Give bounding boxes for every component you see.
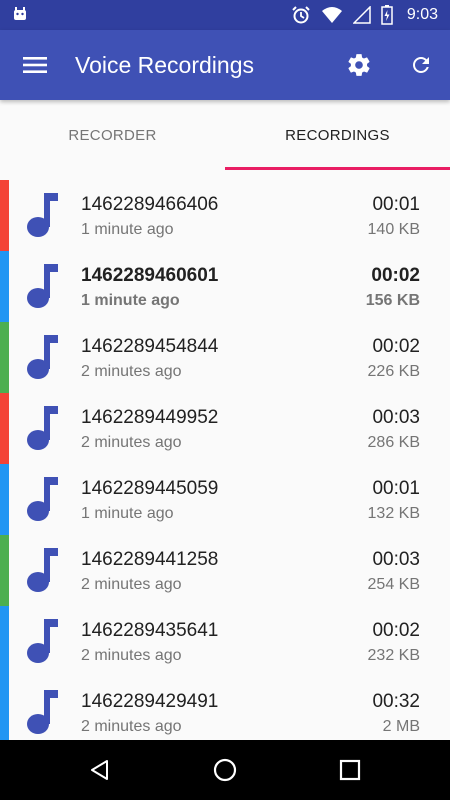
color-stripe	[0, 606, 9, 677]
recording-size: 140 KB	[367, 221, 420, 238]
android-debug-icon	[14, 7, 26, 20]
color-stripe	[0, 251, 9, 322]
color-stripe	[0, 677, 9, 740]
battery-icon	[381, 5, 393, 25]
recording-age: 2 minutes ago	[81, 647, 182, 664]
recording-row[interactable]: 1462289466406 1 minute ago 00:01 140 KB	[0, 180, 450, 251]
music-note-icon	[27, 335, 58, 379]
recording-row[interactable]: 1462289449952 2 minutes ago 00:03 286 KB	[0, 393, 450, 464]
settings-icon	[348, 54, 370, 76]
menu-icon	[23, 57, 47, 73]
recording-name: 1462289466406	[81, 194, 219, 215]
music-note-icon	[27, 477, 58, 521]
recording-row[interactable]: 1462289429491 2 minutes ago 00:32 2 MB	[0, 677, 450, 740]
recording-name: 1462289449952	[81, 407, 219, 428]
music-note-icon	[27, 406, 58, 450]
recording-size: 226 KB	[367, 363, 420, 380]
recording-duration: 00:01	[372, 478, 420, 499]
recording-duration: 00:03	[372, 549, 420, 570]
status-icons: 9:03	[291, 5, 438, 25]
home-icon	[213, 758, 237, 782]
recording-size: 286 KB	[367, 434, 420, 451]
alarm-icon	[292, 6, 310, 24]
recording-age: 2 minutes ago	[81, 434, 182, 451]
recording-age: 2 minutes ago	[81, 718, 182, 735]
refresh-button[interactable]	[406, 50, 436, 80]
recording-row[interactable]: 1462289435641 2 minutes ago 00:02 232 KB	[0, 606, 450, 677]
tab-recordings[interactable]: RECORDINGS	[225, 100, 450, 170]
recording-name: 1462289441258	[81, 549, 219, 570]
signal-icon	[352, 6, 371, 24]
music-note-icon	[27, 690, 58, 734]
status-time: 9:03	[406, 6, 438, 23]
music-note-icon	[27, 548, 58, 592]
recording-name: 1462289445059	[81, 478, 219, 499]
recording-duration: 00:01	[372, 194, 420, 215]
recording-duration: 00:02	[371, 265, 420, 286]
recording-row[interactable]: 1462289441258 2 minutes ago 00:03 254 KB	[0, 535, 450, 606]
settings-button[interactable]	[344, 50, 374, 80]
recording-duration: 00:32	[372, 691, 420, 712]
wifi-icon	[321, 7, 342, 23]
music-note-icon	[27, 264, 58, 308]
music-note-icon	[27, 619, 58, 663]
navigation-bar	[0, 740, 450, 800]
recording-row[interactable]: 1462289460601 1 minute ago 00:02 156 KB	[0, 251, 450, 322]
color-stripe	[0, 322, 9, 393]
recording-duration: 00:02	[372, 336, 420, 357]
recording-row[interactable]: 1462289454844 2 minutes ago 00:02 226 KB	[0, 322, 450, 393]
recording-age: 2 minutes ago	[81, 363, 182, 380]
recents-button[interactable]	[335, 755, 365, 785]
recording-row[interactable]: 1462289445059 1 minute ago 00:01 132 KB	[0, 464, 450, 535]
recording-age: 1 minute ago	[81, 505, 174, 522]
menu-button[interactable]	[18, 50, 52, 80]
recording-size: 254 KB	[367, 576, 420, 593]
recording-duration: 00:02	[372, 620, 420, 641]
app-bar: Voice Recordings	[0, 30, 450, 100]
color-stripe	[0, 393, 9, 464]
recording-name: 1462289435641	[81, 620, 219, 641]
recents-icon	[339, 759, 361, 781]
recording-duration: 00:03	[372, 407, 420, 428]
recordings-list[interactable]: 1462289466406 1 minute ago 00:01 140 KB 1462…	[0, 180, 450, 740]
recording-age: 1 minute ago	[81, 292, 180, 309]
music-note-icon	[27, 193, 58, 237]
status-bar: 9:03	[0, 0, 450, 30]
color-stripe	[0, 464, 9, 535]
recording-name: 1462289454844	[81, 336, 219, 357]
tab-recorder[interactable]: RECORDER	[0, 100, 225, 170]
recording-age: 1 minute ago	[81, 221, 174, 238]
app-title: Voice Recordings	[75, 52, 254, 78]
recording-size: 2 MB	[382, 718, 420, 735]
back-button[interactable]	[85, 755, 115, 785]
recording-age: 2 minutes ago	[81, 576, 182, 593]
recording-name: 1462289460601	[81, 265, 219, 286]
recording-size: 232 KB	[367, 647, 420, 664]
color-stripe	[0, 535, 9, 606]
back-icon	[91, 760, 108, 780]
refresh-icon	[413, 57, 429, 73]
color-stripe	[0, 180, 9, 251]
recording-name: 1462289429491	[81, 691, 219, 712]
home-button[interactable]	[210, 755, 240, 785]
recording-size: 156 KB	[365, 292, 420, 309]
recording-size: 132 KB	[367, 505, 420, 522]
tab-bar: RECORDER RECORDINGS	[0, 100, 450, 170]
